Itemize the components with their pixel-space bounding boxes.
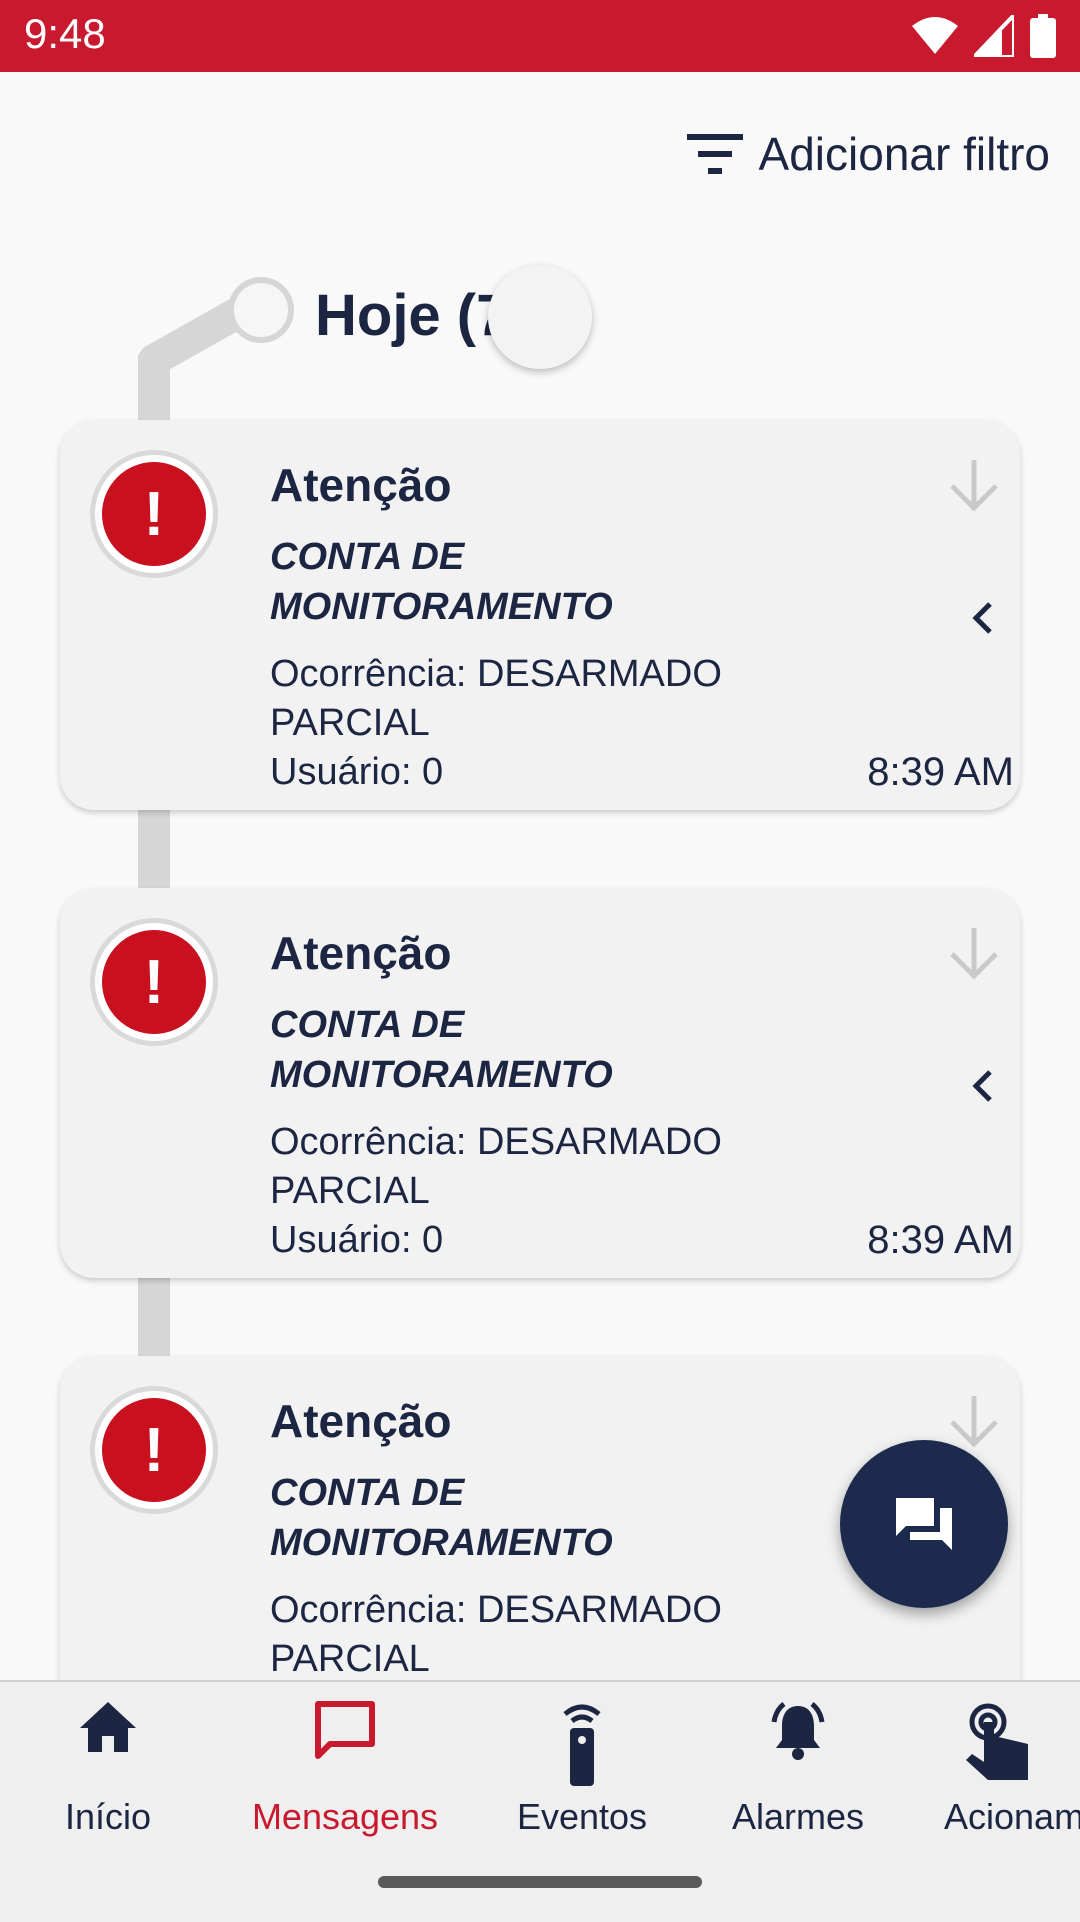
chevron-left-icon[interactable]	[970, 600, 994, 636]
bell-icon	[771, 1702, 825, 1760]
add-filter-button[interactable]: Adicionar filtro	[686, 122, 1050, 186]
card-user: Usuário: 0	[270, 1219, 444, 1261]
exclamation-icon: !	[102, 462, 206, 566]
card-account: CONTA DE MONITORAMENTO	[270, 536, 613, 628]
chevron-left-icon[interactable]	[970, 1068, 994, 1104]
card-body: Ocorrência: DESARMADO PARCIAL Usuário: 0	[270, 1118, 830, 1265]
exclamation-icon: !	[102, 1398, 206, 1502]
date-group-header: Hoje (7	[315, 283, 509, 348]
download-icon[interactable]	[948, 458, 1000, 514]
nav-label: Eventos	[516, 1796, 648, 1837]
card-user: Usuário: 0	[270, 751, 444, 793]
alert-badge: !	[90, 1386, 218, 1514]
floating-touch-indicator[interactable]	[488, 265, 592, 369]
add-filter-label: Adicionar filtro	[758, 128, 1050, 180]
download-icon[interactable]	[948, 926, 1000, 982]
card-title: Atenção	[270, 1395, 452, 1447]
card-occurrence: Ocorrência: DESARMADO PARCIAL	[270, 653, 722, 744]
remote-icon	[563, 1704, 601, 1786]
touch-icon	[966, 1703, 1028, 1780]
message-card[interactable]: ! Atenção CONTA DE MONITORAMENTO Ocorrên…	[60, 420, 1020, 810]
forum-icon	[896, 1498, 952, 1550]
battery-icon	[1030, 14, 1056, 58]
card-title: Atenção	[270, 459, 452, 511]
chat-fab-button[interactable]	[840, 1440, 1008, 1608]
cell-signal-icon	[974, 15, 1014, 57]
exclamation-icon: !	[102, 930, 206, 1034]
card-account: CONTA DE MONITORAMENTO	[270, 1472, 613, 1564]
nav-label: Acionam	[944, 1796, 1080, 1837]
home-icon	[80, 1702, 136, 1752]
message-card[interactable]: ! Atenção CONTA DE MONITORAMENTO Ocorrên…	[60, 888, 1020, 1278]
timeline-node	[228, 277, 294, 343]
nav-label: Mensagens	[251, 1796, 439, 1837]
message-icon	[315, 1701, 375, 1759]
wifi-icon	[912, 17, 958, 54]
card-occurrence: Ocorrência: DESARMADO PARCIAL	[270, 1121, 722, 1212]
card-occurrence: Ocorrência: DESARMADO PARCIAL	[270, 1589, 722, 1680]
card-body: Ocorrência: DESARMADO PARCIAL	[270, 1586, 830, 1684]
nav-item-acionamentos[interactable]: Acionam	[938, 1682, 1080, 1882]
card-time: 8:39 AM	[867, 750, 1014, 794]
card-time: 8:39 AM	[867, 1218, 1014, 1262]
card-body: Ocorrência: DESARMADO PARCIAL Usuário: 0	[270, 650, 830, 797]
nav-item-eventos[interactable]: Eventos	[474, 1682, 690, 1882]
nav-label: Alarmes	[731, 1796, 865, 1837]
card-account: CONTA DE MONITORAMENTO	[270, 1004, 613, 1096]
alert-badge: !	[90, 450, 218, 578]
alert-badge: !	[90, 918, 218, 1046]
download-icon[interactable]	[948, 1394, 1000, 1450]
nav-label: Início	[64, 1796, 152, 1837]
card-title: Atenção	[270, 927, 452, 979]
nav-item-alarmes[interactable]: Alarmes	[690, 1682, 906, 1882]
filter-icon	[686, 134, 743, 174]
home-indicator[interactable]	[378, 1876, 702, 1888]
status-icons	[912, 12, 1056, 60]
nav-item-inicio[interactable]: Início	[0, 1682, 216, 1882]
nav-item-mensagens[interactable]: Mensagens	[216, 1682, 474, 1882]
